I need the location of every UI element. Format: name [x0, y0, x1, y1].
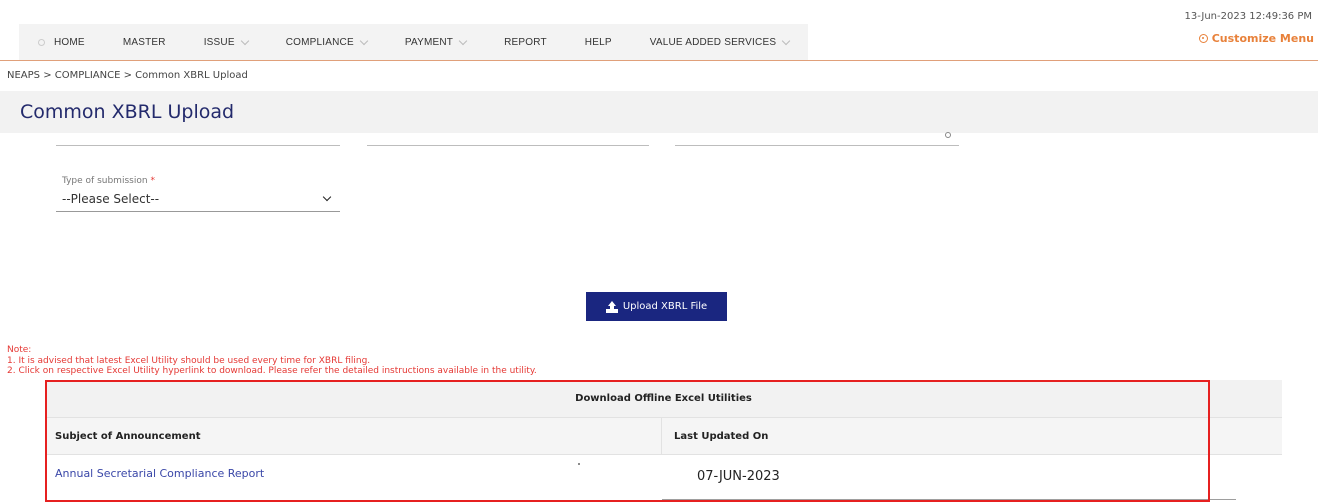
nav-item-master[interactable]: MASTER: [104, 24, 185, 60]
column-header-subject: Subject of Announcement: [45, 418, 662, 454]
utility-download-link[interactable]: Annual Secretarial Compliance Report: [55, 467, 264, 480]
current-datetime: 13-Jun-2023 12:49:36 PM: [1184, 11, 1313, 22]
chevron-down-icon: [240, 36, 249, 45]
nav-item-value-added-services[interactable]: VALUE ADDED SERVICES: [631, 24, 808, 60]
nav-item-label: HELP: [584, 36, 612, 48]
last-updated-date: 07-JUN-2023: [697, 469, 780, 484]
submission-type-label-text: Type of submission: [62, 176, 148, 186]
upload-xbrl-button[interactable]: Upload XBRL File: [586, 292, 727, 321]
submission-type-label: Type of submission *: [62, 176, 155, 186]
chevron-down-icon: [322, 192, 332, 201]
gear-icon: [1198, 34, 1208, 43]
nav-item-label: HOME: [54, 36, 85, 48]
submission-type-value: --Please Select--: [62, 191, 160, 206]
nav-item-payment[interactable]: PAYMENT: [386, 24, 485, 60]
table-header-row: Subject of Announcement Last Updated On: [45, 418, 1282, 455]
separator-dot: [578, 463, 580, 465]
submission-type-select[interactable]: --Please Select--: [56, 186, 340, 212]
table-title: Download Offline Excel Utilities: [45, 380, 1282, 418]
note-line: 2. Click on respective Excel Utility hyp…: [7, 366, 537, 376]
note-line: 1. It is advised that latest Excel Utili…: [7, 355, 371, 366]
nav-item-label: MASTER: [122, 36, 166, 48]
field-underline: [56, 145, 340, 146]
column-header-last-updated: Last Updated On: [674, 430, 769, 442]
main-nav: HOME MASTER ISSUE COMPLIANCE PAYMENT REP…: [19, 24, 809, 60]
notes-block: Note: 1. It is advised that latest Excel…: [7, 345, 537, 377]
table-row: Annual Secretarial Compliance Report 07-…: [45, 455, 1282, 501]
required-marker: *: [150, 176, 156, 186]
nav-item-label: PAYMENT: [404, 36, 454, 48]
field-underline: [367, 145, 649, 146]
breadcrumb: NEAPS > COMPLIANCE > Common XBRL Upload: [7, 70, 248, 81]
nav-item-label: ISSUE: [203, 36, 235, 48]
date-underline: [662, 499, 1236, 500]
nav-item-issue[interactable]: ISSUE: [185, 24, 267, 60]
upload-button-label: Upload XBRL File: [622, 301, 708, 312]
nav-item-compliance[interactable]: COMPLIANCE: [267, 24, 386, 60]
field-underline: [675, 145, 959, 146]
home-icon: [38, 38, 45, 46]
chevron-down-icon: [359, 36, 369, 45]
upload-icon: [605, 300, 618, 313]
nav-item-home[interactable]: HOME: [19, 24, 104, 60]
excel-utilities-table: Download Offline Excel Utilities Subject…: [45, 380, 1282, 501]
nav-item-label: COMPLIANCE: [285, 36, 354, 48]
nav-divider: [0, 60, 1318, 61]
nav-item-label: REPORT: [504, 36, 547, 48]
subject-cell: Annual Secretarial Compliance Report: [45, 455, 662, 501]
chevron-down-icon: [781, 36, 791, 45]
customize-menu-label: Customize Menu: [1211, 32, 1314, 45]
chevron-down-icon: [458, 36, 468, 45]
nav-item-report[interactable]: REPORT: [485, 24, 566, 60]
customize-menu-link[interactable]: Customize Menu: [1198, 32, 1314, 45]
dropdown-icon[interactable]: [945, 132, 951, 138]
page-title: Common XBRL Upload: [20, 101, 235, 123]
last-updated-cell: 07-JUN-2023: [662, 455, 1282, 501]
nav-item-label: VALUE ADDED SERVICES: [649, 36, 777, 48]
notes-heading: Note:: [7, 345, 32, 355]
nav-item-help[interactable]: HELP: [566, 24, 631, 60]
